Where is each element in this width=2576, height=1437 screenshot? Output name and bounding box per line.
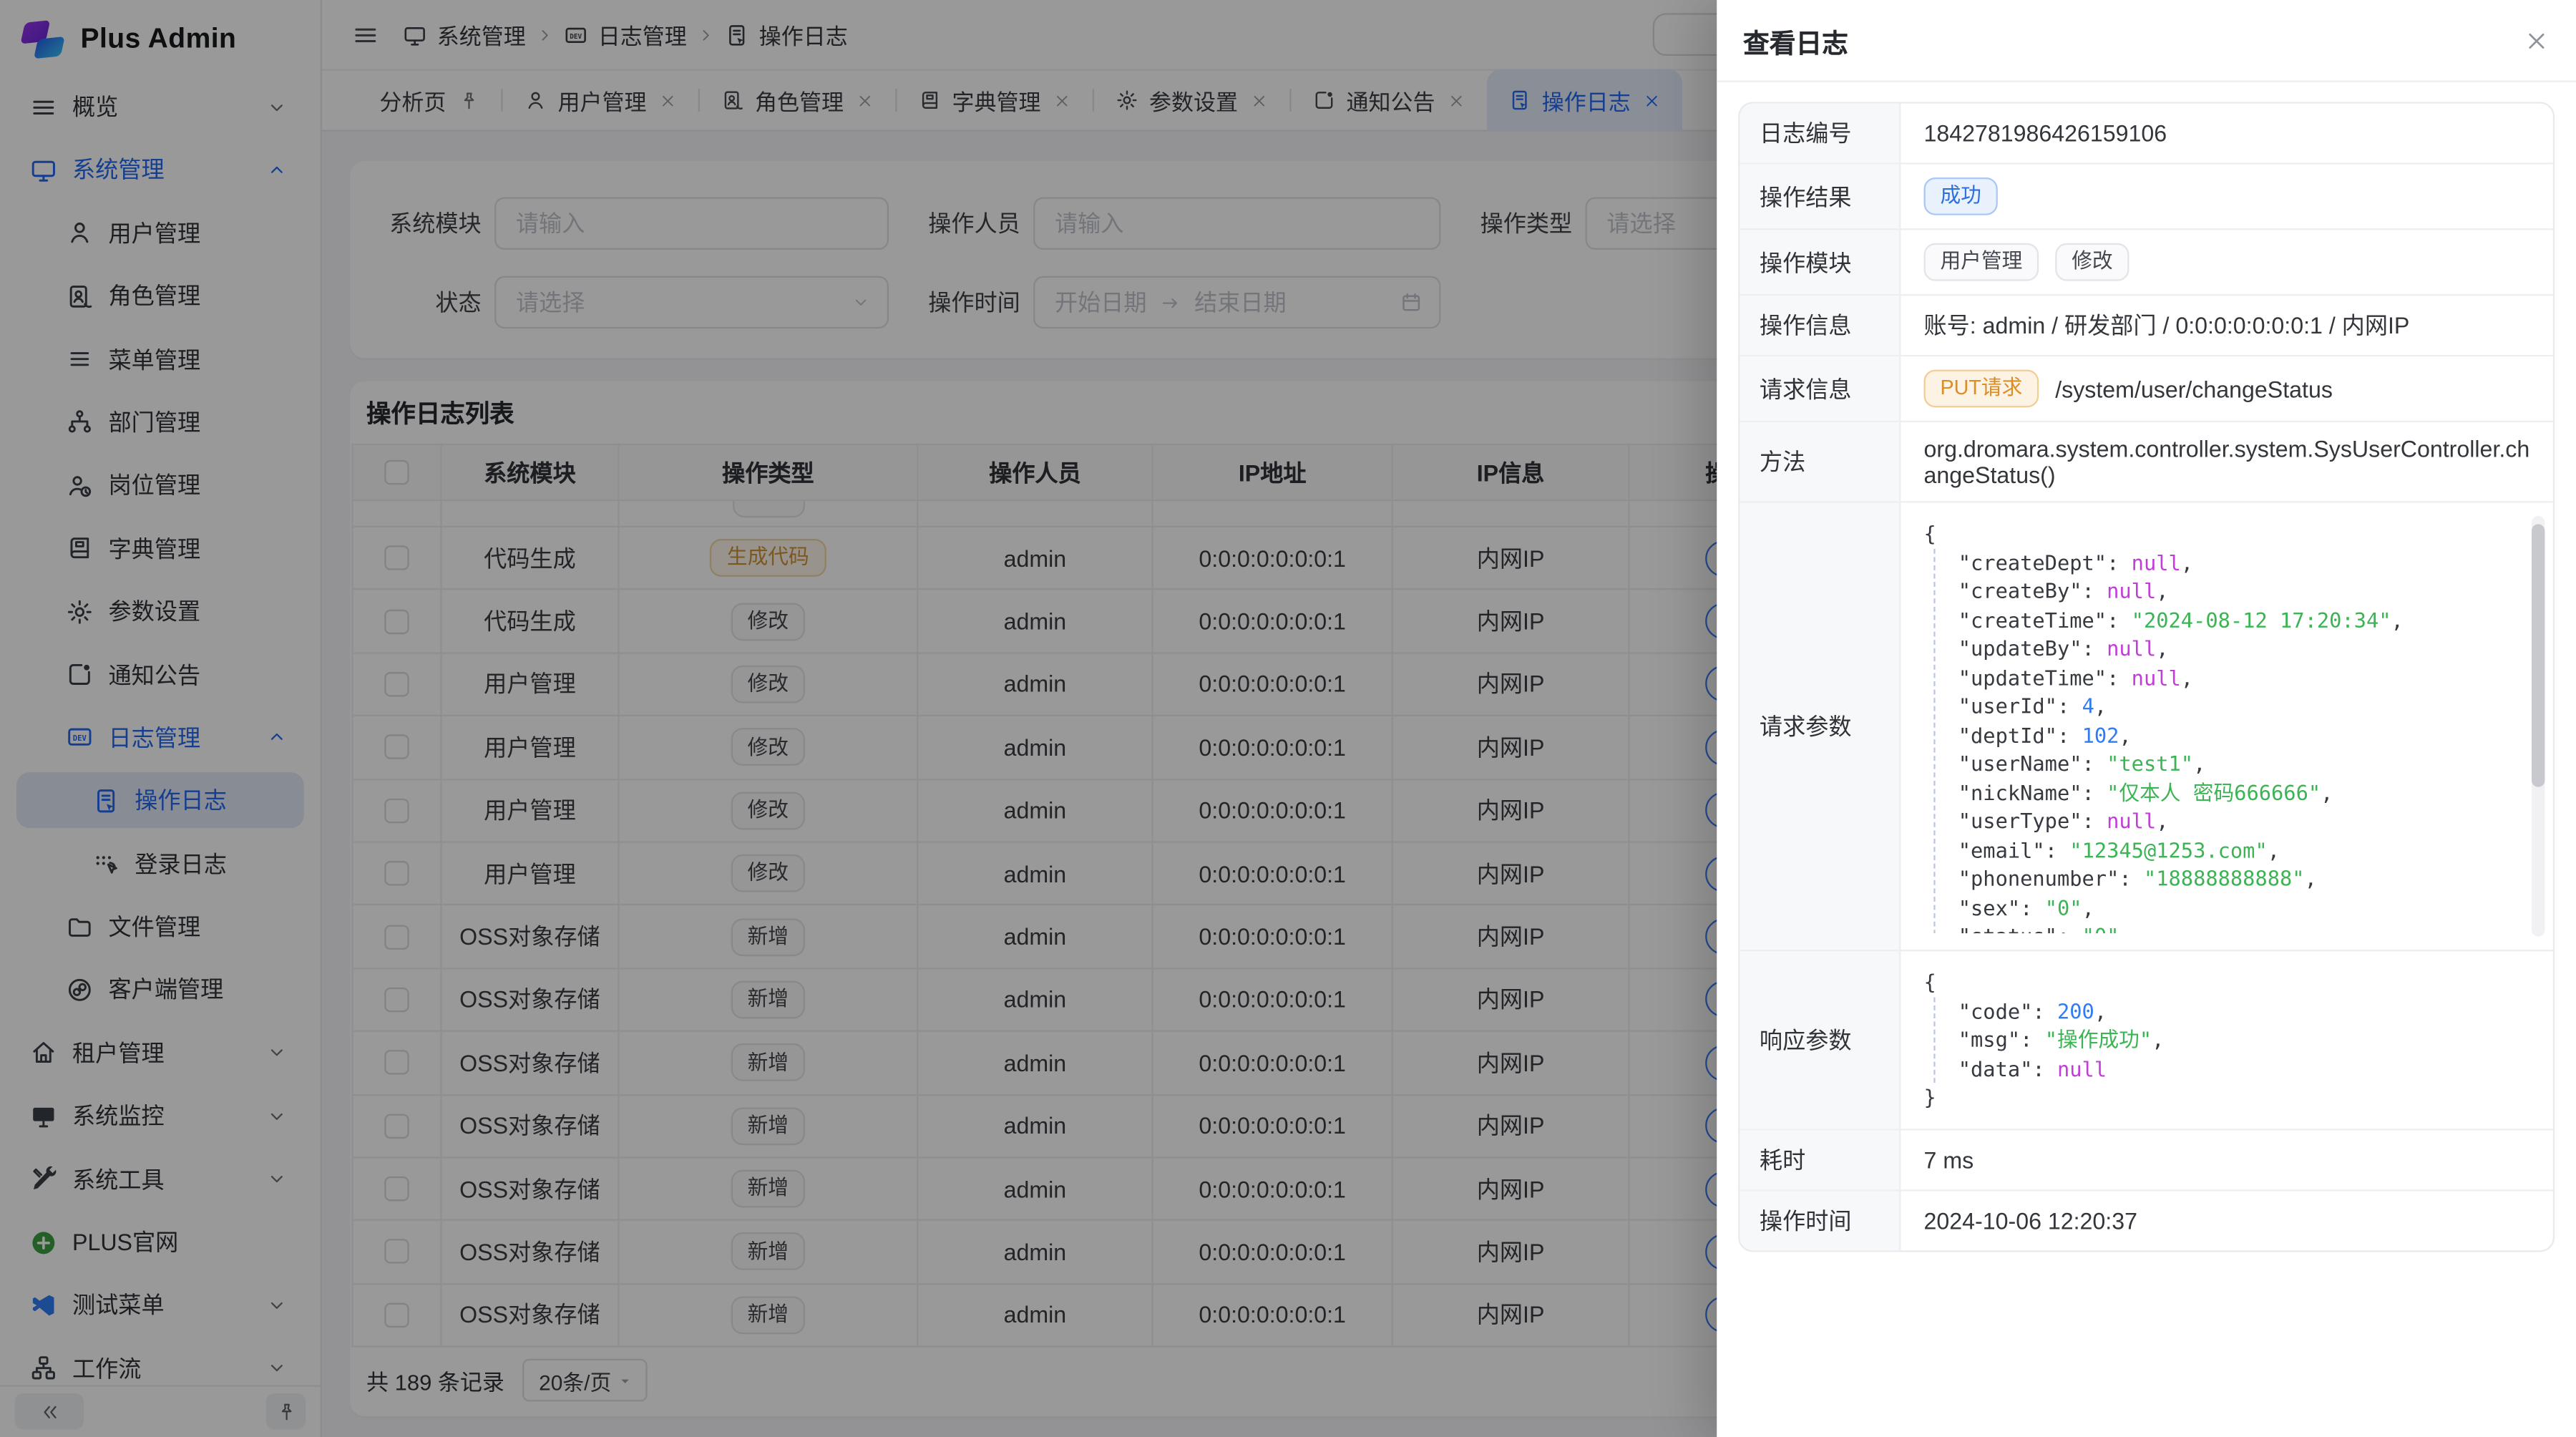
code-line: "code": 200, xyxy=(1958,996,2530,1025)
code-line: "updateTime": null, xyxy=(1958,663,2530,691)
app-root: Plus Admin 概览 系统管理 用户管理 角色管理 菜单管理 部门管理 xyxy=(0,0,2576,1437)
close-icon[interactable] xyxy=(2524,27,2550,54)
code-line: "deptId": 102, xyxy=(1958,721,2530,749)
http-method-badge: PUT请求 xyxy=(1924,370,2039,408)
code-line: "data": null xyxy=(1958,1054,2530,1083)
detail-row-op-time: 操作时间 2024-10-06 12:20:37 xyxy=(1740,1190,2552,1250)
log-detail-table: 日志编号 1842781986426159106 操作结果 成功 操作模块 用户… xyxy=(1738,102,2555,1251)
detail-row-log-id: 日志编号 1842781986426159106 xyxy=(1740,104,2552,165)
log-detail-drawer: 查看日志 日志编号 1842781986426159106 操作结果 成功 操作… xyxy=(1717,0,2576,1437)
code-line: } xyxy=(1924,1083,2530,1111)
code-line: "phonenumber": "18888888888", xyxy=(1958,864,2530,893)
detail-row-request-info: 请求信息 PUT请求 /system/user/changeStatus xyxy=(1740,356,2552,422)
code-line: "sex": "0", xyxy=(1958,893,2530,922)
request-url: /system/user/changeStatus xyxy=(2055,376,2333,402)
code-line: "email": "12345@1253.com", xyxy=(1958,835,2530,864)
detail-row-request-params: 请求参数 {"createDept": null,"createBy": nul… xyxy=(1740,503,2552,952)
method-value: org.dromara.system.controller.system.Sys… xyxy=(1901,422,2552,501)
detail-row-op-module: 操作模块 用户管理 修改 xyxy=(1740,230,2552,296)
code-line: "msg": "操作成功", xyxy=(1958,1026,2530,1054)
code-line: { xyxy=(1924,520,2530,548)
code-line: "userType": null, xyxy=(1958,807,2530,835)
response-params-code: {"code": 200,"msg": "操作成功","data": null} xyxy=(1924,968,2530,1111)
code-line: "nickName": "仅本人 密码666666", xyxy=(1958,778,2530,807)
op-info-value: 账号: admin / 研发部门 / 0:0:0:0:0:0:0:1 / 内网I… xyxy=(1901,296,2552,355)
code-line: { xyxy=(1924,968,2530,996)
drawer-body: 日志编号 1842781986426159106 操作结果 成功 操作模块 用户… xyxy=(1717,82,2576,1271)
op-type-badge: 修改 xyxy=(2055,243,2129,281)
log-id-value: 1842781986426159106 xyxy=(1901,104,2552,163)
code-line: "userName": "test1", xyxy=(1958,749,2530,778)
op-time-value: 2024-10-06 12:20:37 xyxy=(1901,1190,2552,1250)
code-scrollbar-thumb[interactable] xyxy=(2532,524,2545,786)
code-line: "createBy": null, xyxy=(1958,577,2530,605)
request-params-code: {"createDept": null,"createBy": null,"cr… xyxy=(1924,520,2530,934)
duration-value: 7 ms xyxy=(1901,1129,2552,1189)
code-line: "createDept": null, xyxy=(1958,548,2530,577)
drawer-title: 查看日志 xyxy=(1743,21,1848,60)
detail-row-response-params: 响应参数 {"code": 200,"msg": "操作成功","data": … xyxy=(1740,951,2552,1129)
detail-row-op-info: 操作信息 账号: admin / 研发部门 / 0:0:0:0:0:0:0:1 … xyxy=(1740,296,2552,356)
status-badge: 成功 xyxy=(1924,177,1998,215)
code-scrollbar xyxy=(2532,516,2545,937)
drawer-header: 查看日志 xyxy=(1717,0,2576,82)
module-badge: 用户管理 xyxy=(1924,243,2039,281)
code-line: "updateBy": null, xyxy=(1958,634,2530,663)
detail-row-duration: 耗时 7 ms xyxy=(1740,1129,2552,1190)
code-line: "userId": 4, xyxy=(1958,692,2530,721)
code-line: "status": "0", xyxy=(1958,922,2530,933)
detail-row-method: 方法 org.dromara.system.controller.system.… xyxy=(1740,422,2552,503)
detail-row-op-result: 操作结果 成功 xyxy=(1740,165,2552,230)
code-line: "createTime": "2024-08-12 17:20:34", xyxy=(1958,605,2530,634)
